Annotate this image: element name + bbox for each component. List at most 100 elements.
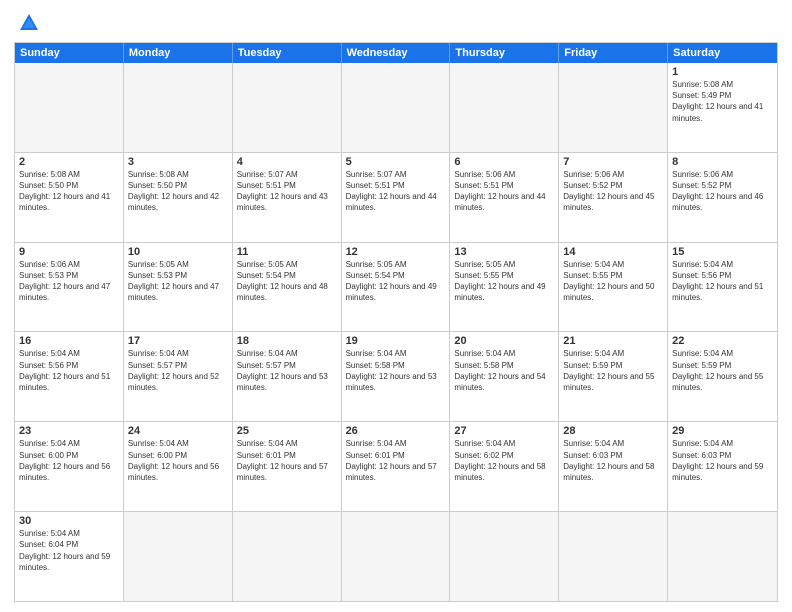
- calendar-cell: 11Sunrise: 5:05 AMSunset: 5:54 PMDayligh…: [233, 243, 342, 332]
- calendar-cell: [559, 63, 668, 152]
- cell-info: Sunrise: 5:04 AMSunset: 6:00 PMDaylight:…: [128, 438, 228, 483]
- cell-info: Sunrise: 5:04 AMSunset: 5:57 PMDaylight:…: [237, 348, 337, 393]
- calendar-cell: 8Sunrise: 5:06 AMSunset: 5:52 PMDaylight…: [668, 153, 777, 242]
- day-number: 21: [563, 335, 663, 347]
- day-number: 7: [563, 156, 663, 168]
- calendar-cell: 29Sunrise: 5:04 AMSunset: 6:03 PMDayligh…: [668, 422, 777, 511]
- calendar-header-row: SundayMondayTuesdayWednesdayThursdayFrid…: [15, 43, 777, 63]
- calendar-cell: 2Sunrise: 5:08 AMSunset: 5:50 PMDaylight…: [15, 153, 124, 242]
- day-number: 26: [346, 425, 446, 437]
- calendar-cell: 6Sunrise: 5:06 AMSunset: 5:51 PMDaylight…: [450, 153, 559, 242]
- day-number: 15: [672, 246, 773, 258]
- day-number: 27: [454, 425, 554, 437]
- cell-info: Sunrise: 5:04 AMSunset: 6:01 PMDaylight:…: [237, 438, 337, 483]
- cell-info: Sunrise: 5:07 AMSunset: 5:51 PMDaylight:…: [237, 169, 337, 214]
- calendar-cell: 26Sunrise: 5:04 AMSunset: 6:01 PMDayligh…: [342, 422, 451, 511]
- calendar: SundayMondayTuesdayWednesdayThursdayFrid…: [14, 42, 778, 602]
- cell-info: Sunrise: 5:04 AMSunset: 5:56 PMDaylight:…: [672, 259, 773, 304]
- calendar-cell: 9Sunrise: 5:06 AMSunset: 5:53 PMDaylight…: [15, 243, 124, 332]
- calendar-cell: 21Sunrise: 5:04 AMSunset: 5:59 PMDayligh…: [559, 332, 668, 421]
- calendar-row-1: 2Sunrise: 5:08 AMSunset: 5:50 PMDaylight…: [15, 153, 777, 243]
- cell-info: Sunrise: 5:04 AMSunset: 5:56 PMDaylight:…: [19, 348, 119, 393]
- day-number: 19: [346, 335, 446, 347]
- day-number: 13: [454, 246, 554, 258]
- calendar-cell: 5Sunrise: 5:07 AMSunset: 5:51 PMDaylight…: [342, 153, 451, 242]
- day-number: 12: [346, 246, 446, 258]
- cell-info: Sunrise: 5:04 AMSunset: 5:55 PMDaylight:…: [563, 259, 663, 304]
- day-number: 17: [128, 335, 228, 347]
- calendar-cell: 4Sunrise: 5:07 AMSunset: 5:51 PMDaylight…: [233, 153, 342, 242]
- day-header-wednesday: Wednesday: [342, 43, 451, 63]
- day-number: 10: [128, 246, 228, 258]
- cell-info: Sunrise: 5:04 AMSunset: 6:02 PMDaylight:…: [454, 438, 554, 483]
- calendar-body: 1Sunrise: 5:08 AMSunset: 5:49 PMDaylight…: [15, 63, 777, 601]
- day-number: 14: [563, 246, 663, 258]
- cell-info: Sunrise: 5:04 AMSunset: 5:58 PMDaylight:…: [454, 348, 554, 393]
- calendar-row-4: 23Sunrise: 5:04 AMSunset: 6:00 PMDayligh…: [15, 422, 777, 512]
- cell-info: Sunrise: 5:08 AMSunset: 5:49 PMDaylight:…: [672, 79, 773, 124]
- day-number: 23: [19, 425, 119, 437]
- cell-info: Sunrise: 5:04 AMSunset: 5:58 PMDaylight:…: [346, 348, 446, 393]
- calendar-cell: 20Sunrise: 5:04 AMSunset: 5:58 PMDayligh…: [450, 332, 559, 421]
- calendar-cell: 3Sunrise: 5:08 AMSunset: 5:50 PMDaylight…: [124, 153, 233, 242]
- calendar-cell: 24Sunrise: 5:04 AMSunset: 6:00 PMDayligh…: [124, 422, 233, 511]
- day-number: 8: [672, 156, 773, 168]
- logo-icon: [18, 12, 40, 34]
- calendar-cell: [342, 512, 451, 601]
- calendar-cell: 14Sunrise: 5:04 AMSunset: 5:55 PMDayligh…: [559, 243, 668, 332]
- cell-info: Sunrise: 5:04 AMSunset: 6:03 PMDaylight:…: [563, 438, 663, 483]
- calendar-cell: [124, 63, 233, 152]
- calendar-row-2: 9Sunrise: 5:06 AMSunset: 5:53 PMDaylight…: [15, 243, 777, 333]
- cell-info: Sunrise: 5:08 AMSunset: 5:50 PMDaylight:…: [128, 169, 228, 214]
- cell-info: Sunrise: 5:04 AMSunset: 6:01 PMDaylight:…: [346, 438, 446, 483]
- calendar-row-3: 16Sunrise: 5:04 AMSunset: 5:56 PMDayligh…: [15, 332, 777, 422]
- calendar-cell: [342, 63, 451, 152]
- cell-info: Sunrise: 5:04 AMSunset: 6:03 PMDaylight:…: [672, 438, 773, 483]
- cell-info: Sunrise: 5:06 AMSunset: 5:51 PMDaylight:…: [454, 169, 554, 214]
- day-number: 25: [237, 425, 337, 437]
- cell-info: Sunrise: 5:04 AMSunset: 5:59 PMDaylight:…: [563, 348, 663, 393]
- cell-info: Sunrise: 5:04 AMSunset: 5:57 PMDaylight:…: [128, 348, 228, 393]
- day-number: 5: [346, 156, 446, 168]
- calendar-cell: 23Sunrise: 5:04 AMSunset: 6:00 PMDayligh…: [15, 422, 124, 511]
- day-number: 4: [237, 156, 337, 168]
- page: SundayMondayTuesdayWednesdayThursdayFrid…: [0, 0, 792, 612]
- calendar-cell: 10Sunrise: 5:05 AMSunset: 5:53 PMDayligh…: [124, 243, 233, 332]
- cell-info: Sunrise: 5:07 AMSunset: 5:51 PMDaylight:…: [346, 169, 446, 214]
- day-header-tuesday: Tuesday: [233, 43, 342, 63]
- day-header-thursday: Thursday: [450, 43, 559, 63]
- calendar-cell: 12Sunrise: 5:05 AMSunset: 5:54 PMDayligh…: [342, 243, 451, 332]
- day-number: 22: [672, 335, 773, 347]
- calendar-cell: 18Sunrise: 5:04 AMSunset: 5:57 PMDayligh…: [233, 332, 342, 421]
- day-header-monday: Monday: [124, 43, 233, 63]
- day-number: 6: [454, 156, 554, 168]
- day-number: 28: [563, 425, 663, 437]
- cell-info: Sunrise: 5:06 AMSunset: 5:52 PMDaylight:…: [672, 169, 773, 214]
- calendar-cell: 15Sunrise: 5:04 AMSunset: 5:56 PMDayligh…: [668, 243, 777, 332]
- cell-info: Sunrise: 5:04 AMSunset: 6:04 PMDaylight:…: [19, 528, 119, 573]
- calendar-cell: [15, 63, 124, 152]
- calendar-cell: [124, 512, 233, 601]
- calendar-cell: 30Sunrise: 5:04 AMSunset: 6:04 PMDayligh…: [15, 512, 124, 601]
- cell-info: Sunrise: 5:05 AMSunset: 5:54 PMDaylight:…: [237, 259, 337, 304]
- calendar-cell: [233, 512, 342, 601]
- calendar-cell: 17Sunrise: 5:04 AMSunset: 5:57 PMDayligh…: [124, 332, 233, 421]
- day-number: 11: [237, 246, 337, 258]
- cell-info: Sunrise: 5:06 AMSunset: 5:52 PMDaylight:…: [563, 169, 663, 214]
- day-number: 30: [19, 515, 119, 527]
- calendar-cell: [450, 512, 559, 601]
- calendar-cell: [559, 512, 668, 601]
- calendar-cell: 25Sunrise: 5:04 AMSunset: 6:01 PMDayligh…: [233, 422, 342, 511]
- cell-info: Sunrise: 5:05 AMSunset: 5:53 PMDaylight:…: [128, 259, 228, 304]
- calendar-cell: [450, 63, 559, 152]
- day-number: 29: [672, 425, 773, 437]
- cell-info: Sunrise: 5:04 AMSunset: 5:59 PMDaylight:…: [672, 348, 773, 393]
- cell-info: Sunrise: 5:04 AMSunset: 6:00 PMDaylight:…: [19, 438, 119, 483]
- calendar-row-0: 1Sunrise: 5:08 AMSunset: 5:49 PMDaylight…: [15, 63, 777, 153]
- calendar-row-5: 30Sunrise: 5:04 AMSunset: 6:04 PMDayligh…: [15, 512, 777, 601]
- header: [14, 12, 778, 34]
- calendar-cell: [668, 512, 777, 601]
- day-header-sunday: Sunday: [15, 43, 124, 63]
- logo: [14, 12, 42, 34]
- cell-info: Sunrise: 5:08 AMSunset: 5:50 PMDaylight:…: [19, 169, 119, 214]
